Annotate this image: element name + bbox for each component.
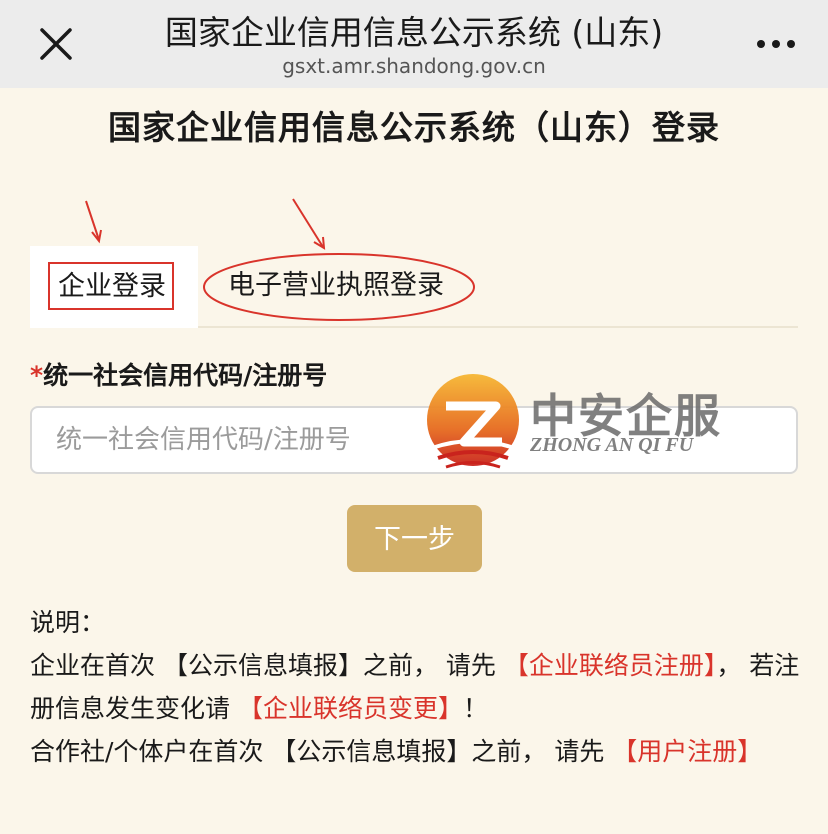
tab-enterprise-login-label: 企业登录	[58, 271, 166, 302]
next-step-button[interactable]: 下一步	[347, 505, 482, 572]
instructions-text: ！	[462, 694, 488, 723]
browser-url: gsxt.amr.shandong.gov.cn	[282, 54, 546, 78]
credit-code-label-text: 统一社会信用代码/注册号	[43, 361, 328, 390]
tab-electronic-license-login[interactable]: 电子营业执照登录	[208, 246, 498, 326]
instructions-line-2: 合作社/个体户在首次 【公示信息填报】之前， 请先 【用户注册】	[30, 730, 800, 773]
login-tabs: 企业登录 电子营业执照登录	[30, 246, 798, 328]
enterprise-contact-register-link[interactable]: 【企业联络员注册】	[504, 651, 717, 680]
user-register-link[interactable]: 【用户注册】	[612, 737, 762, 766]
more-options-icon[interactable]	[754, 30, 798, 58]
browser-title: 国家企业信用信息公示系统 (山东)	[164, 13, 664, 52]
instructions-line-1: 企业在首次 【公示信息填报】之前， 请先 【企业联络员注册】， 若注册信息发生变…	[30, 644, 800, 730]
tab-enterprise-login[interactable]: 企业登录	[30, 246, 198, 328]
annotation-arrow-1	[85, 200, 102, 244]
required-mark: *	[30, 361, 44, 390]
page-title: 国家企业信用信息公示系统（山东）登录	[108, 108, 720, 147]
browser-top-bar: 国家企业信用信息公示系统 (山东) gsxt.amr.shandong.gov.…	[0, 0, 828, 88]
instructions-text: 企业在首次 【公示信息填报】之前， 请先	[30, 651, 504, 680]
enterprise-contact-change-link[interactable]: 【企业联络员变更】	[238, 694, 463, 723]
credit-code-label: *统一社会信用代码/注册号	[30, 358, 327, 394]
annotation-arrow-2	[292, 198, 326, 250]
instructions-text: 合作社/个体户在首次 【公示信息填报】之前， 请先	[30, 737, 613, 766]
instructions-heading: 说明：	[30, 608, 106, 637]
tab-electronic-license-login-label: 电子营业执照登录	[228, 270, 444, 301]
credit-code-input[interactable]	[30, 406, 798, 474]
instructions: 说明： 企业在首次 【公示信息填报】之前， 请先 【企业联络员注册】， 若注册信…	[30, 601, 800, 773]
close-icon[interactable]	[36, 24, 76, 64]
